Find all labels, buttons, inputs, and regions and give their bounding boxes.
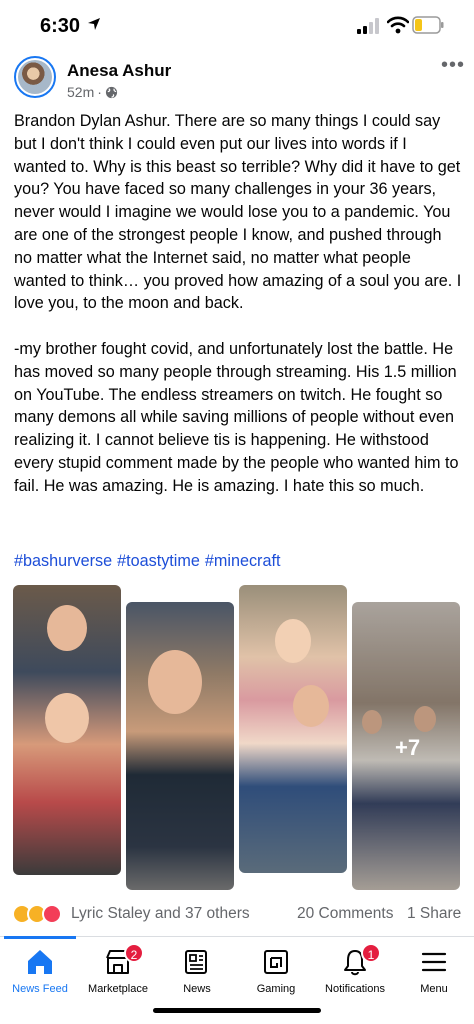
tab-label: Gaming — [256, 983, 296, 995]
tab-label: Notifications — [325, 983, 385, 995]
battery-icon — [412, 16, 444, 34]
post-photo-1[interactable] — [13, 585, 121, 875]
love-reaction-icon — [42, 904, 62, 924]
tab-marketplace[interactable]: 2 Marketplace — [78, 943, 158, 1001]
post-paragraph: Brandon Dylan Ashur. There are so many t… — [14, 112, 462, 313]
hashtags: #bashurverse #toastytime #minecraft — [14, 552, 280, 571]
home-indicator — [153, 1008, 321, 1013]
home-icon — [28, 950, 52, 974]
author-avatar[interactable] — [14, 56, 56, 98]
post-photo-3[interactable] — [239, 585, 347, 873]
status-bar: 6:30 — [0, 0, 474, 52]
reaction-icons[interactable] — [12, 904, 62, 924]
hashtag-link[interactable]: #bashurverse — [14, 552, 112, 571]
tab-notifications[interactable]: 1 Notifications — [315, 943, 395, 1001]
post-photo-2[interactable] — [126, 602, 234, 890]
location-arrow-icon — [88, 18, 100, 30]
notifications-badge: 1 — [361, 943, 381, 963]
reactors-text[interactable]: Lyric Staley and 37 others — [71, 905, 250, 923]
comments-count[interactable]: 20 Comments — [297, 905, 393, 923]
tab-gaming[interactable]: Gaming — [236, 947, 316, 1001]
post-paragraph: -my brother fought covid, and unfortunat… — [14, 339, 459, 495]
post-text: Brandon Dylan Ashur. There are so many t… — [14, 110, 462, 520]
meta-separator: · — [97, 84, 102, 100]
hashtag-link[interactable]: #minecraft — [205, 552, 281, 571]
more-photos-count[interactable]: +7 — [395, 735, 420, 761]
tab-menu[interactable]: Menu — [394, 947, 474, 1001]
marketplace-badge: 2 — [124, 943, 144, 963]
menu-icon — [421, 952, 447, 972]
post-time[interactable]: 52m — [67, 84, 94, 100]
post-meta: 52m · — [67, 84, 118, 100]
shares-count[interactable]: 1 Share — [407, 905, 461, 923]
globe-icon — [105, 86, 117, 98]
tab-label: News — [183, 983, 211, 995]
wifi-icon — [387, 16, 409, 34]
tab-label: Menu — [420, 983, 448, 995]
tab-label: News Feed — [12, 983, 68, 995]
hashtag-link[interactable]: #toastytime — [117, 552, 200, 571]
active-tab-indicator — [4, 936, 76, 939]
news-icon — [185, 950, 207, 974]
status-time: 6:30 — [40, 15, 81, 37]
more-options-icon[interactable]: ••• — [441, 55, 465, 75]
author-name[interactable]: Anesa Ashur — [67, 61, 171, 81]
gaming-icon — [264, 950, 288, 974]
tab-news[interactable]: News — [157, 947, 237, 1001]
tab-news-feed[interactable]: News Feed — [0, 947, 80, 1001]
cell-signal-icon — [357, 18, 379, 34]
reactions-bar: Lyric Staley and 37 others 20 Comments 1… — [12, 902, 462, 926]
tab-label: Marketplace — [88, 983, 148, 995]
